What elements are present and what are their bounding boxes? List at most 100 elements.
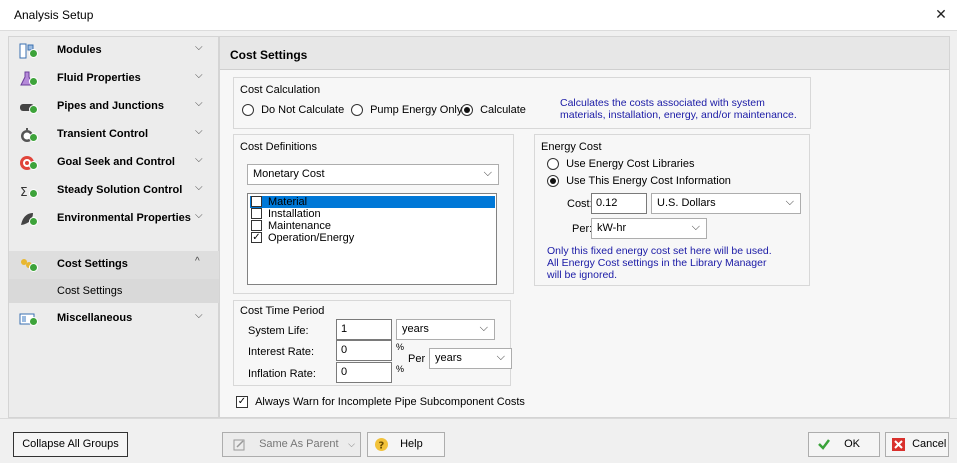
sidebar-item-transient-control[interactable]: Transient Control ⌵ <box>9 121 219 149</box>
edit-icon <box>233 439 245 451</box>
window-title: Analysis Setup <box>14 8 94 22</box>
cost-definitions-list[interactable]: Material Installation Maintenance ✓ Oper… <box>247 193 497 285</box>
percent-label: % <box>396 364 405 374</box>
svg-text:Σ: Σ <box>20 185 28 199</box>
sidebar-item-label: Fluid Properties <box>57 72 141 84</box>
list-item-label: Installation <box>268 208 321 220</box>
checkbox-label: Always Warn for Incomplete Pipe Subcompo… <box>255 396 525 409</box>
radio-button[interactable] <box>242 104 254 117</box>
check-badge-icon <box>29 189 38 198</box>
list-item-installation[interactable]: Installation <box>250 208 495 220</box>
check-badge-icon <box>29 161 38 170</box>
dropdown-value: Monetary Cost <box>253 168 325 180</box>
chevron-down-icon: ⌵ <box>483 167 492 179</box>
page-title: Cost Settings <box>230 48 308 62</box>
system-life-unit-dropdown[interactable]: years ⌵ <box>396 319 495 340</box>
interest-rate-input[interactable]: 0 <box>336 340 392 361</box>
close-icon[interactable]: ✕ <box>931 4 951 24</box>
button-label: Same As Parent <box>259 438 339 450</box>
checkbox[interactable]: ✓ <box>251 232 262 243</box>
sidebar-subitem-cost-settings[interactable]: Cost Settings <box>9 279 219 303</box>
cost-calculation-group: Cost Calculation Do Not Calculate Pump E… <box>233 77 811 129</box>
sidebar-item-environmental-properties[interactable]: Environmental Properties ⌵ <box>9 205 219 233</box>
same-as-parent-button[interactable]: Same As Parent ⌵ <box>222 432 361 457</box>
checkbox[interactable] <box>251 196 262 207</box>
sidebar-item-goal-seek-and-control[interactable]: Goal Seek and Control ⌵ <box>9 149 219 177</box>
always-warn-checkbox[interactable]: ✓ Always Warn for Incomplete Pipe Subcom… <box>236 396 525 409</box>
cost-calculation-description: Calculates the costs associated with sys… <box>560 97 797 121</box>
inflation-rate-label: Inflation Rate: <box>248 368 316 380</box>
radio-button[interactable] <box>547 158 559 171</box>
radio-label: Pump Energy Only <box>370 104 463 117</box>
sidebar-item-cost-settings[interactable]: Cost Settings ^ <box>9 251 219 279</box>
chevron-down-icon: ⌵ <box>479 322 488 334</box>
list-item-label: Maintenance <box>268 220 331 232</box>
input-value: 0 <box>341 344 348 356</box>
rate-period-dropdown[interactable]: years ⌵ <box>429 348 512 369</box>
check-badge-icon <box>29 217 38 226</box>
radio-button[interactable] <box>351 104 363 117</box>
list-item-material[interactable]: Material <box>250 196 495 208</box>
energy-unit-dropdown[interactable]: kW-hr ⌵ <box>591 218 707 239</box>
chevron-up-icon: ^ <box>195 256 200 267</box>
dropdown-value: years <box>435 352 462 364</box>
chevron-down-icon: ⌵ <box>195 310 203 321</box>
cancel-button[interactable]: Cancel <box>885 432 949 457</box>
radio-label: Use This Energy Cost Information <box>566 175 731 188</box>
chevron-down-icon: ⌵ <box>195 154 203 165</box>
chevron-down-icon: ⌵ <box>195 182 203 193</box>
energy-cost-input[interactable]: 0.12 <box>591 193 647 214</box>
group-title: Cost Time Period <box>240 305 325 317</box>
chevron-down-icon: ⌵ <box>195 42 203 53</box>
dropdown-value: kW-hr <box>597 222 627 234</box>
group-title: Cost Calculation <box>240 84 321 96</box>
check-icon <box>818 439 830 450</box>
per-label: Per <box>408 353 426 365</box>
check-badge-icon <box>29 105 38 114</box>
system-life-label: System Life: <box>248 325 309 337</box>
sidebar-item-modules[interactable]: Modules ⌵ <box>9 37 219 65</box>
radio-label: Calculate <box>480 104 526 117</box>
cost-definition-dropdown[interactable]: Monetary Cost ⌵ <box>247 164 499 185</box>
dropdown-value: years <box>402 323 429 335</box>
checkbox[interactable]: ✓ <box>236 396 248 409</box>
sidebar-item-pipes-and-junctions[interactable]: Pipes and Junctions ⌵ <box>9 93 219 121</box>
button-label: OK <box>844 438 860 450</box>
radio-do-not-calculate[interactable]: Do Not Calculate <box>242 104 345 117</box>
chevron-down-icon: ⌵ <box>785 196 794 208</box>
radio-label: Do Not Calculate <box>261 104 345 117</box>
sidebar-item-fluid-properties[interactable]: Fluid Properties ⌵ <box>9 65 219 93</box>
ok-button[interactable]: OK <box>808 432 880 457</box>
currency-dropdown[interactable]: U.S. Dollars ⌵ <box>651 193 801 214</box>
chevron-down-icon: ⌵ <box>195 210 203 221</box>
inflation-rate-input[interactable]: 0 <box>336 362 392 383</box>
chevron-down-icon: ⌵ <box>348 439 355 449</box>
checkbox[interactable] <box>251 220 262 231</box>
check-badge-icon <box>29 317 38 326</box>
collapse-all-groups-button[interactable]: Collapse All Groups <box>13 432 128 457</box>
radio-button[interactable] <box>547 175 559 188</box>
sidebar-item-miscellaneous[interactable]: Miscellaneous ⌵ <box>9 305 219 333</box>
window-titlebar: Analysis Setup ✕ <box>0 0 957 31</box>
chevron-down-icon: ⌵ <box>195 126 203 137</box>
radio-pump-energy-only[interactable]: Pump Energy Only <box>351 104 463 117</box>
radio-calculate[interactable]: Calculate <box>461 104 526 117</box>
help-button[interactable]: ? Help <box>367 432 445 457</box>
radio-use-energy-cost-libraries[interactable]: Use Energy Cost Libraries <box>547 158 695 171</box>
sidebar-item-label: Modules <box>57 44 102 56</box>
radio-button[interactable] <box>461 104 473 117</box>
cost-definitions-group: Cost Definitions Monetary Cost ⌵ Materia… <box>233 134 514 294</box>
radio-label: Use Energy Cost Libraries <box>566 158 695 171</box>
sidebar-item-steady-solution-control[interactable]: Σ Steady Solution Control ⌵ <box>9 177 219 205</box>
system-life-input[interactable]: 1 <box>336 319 392 340</box>
sidebar-item-label: Steady Solution Control <box>57 184 183 196</box>
input-value: 1 <box>341 323 348 335</box>
list-item-label: Operation/Energy <box>268 232 355 244</box>
sidebar-subitem-label: Cost Settings <box>57 285 123 297</box>
cancel-icon <box>892 437 905 451</box>
input-value: 0.12 <box>596 197 618 209</box>
checkbox[interactable] <box>251 208 262 219</box>
radio-use-this-energy-cost[interactable]: Use This Energy Cost Information <box>547 175 731 188</box>
list-item-operation-energy[interactable]: ✓ Operation/Energy <box>250 232 495 244</box>
list-item-maintenance[interactable]: Maintenance <box>250 220 495 232</box>
